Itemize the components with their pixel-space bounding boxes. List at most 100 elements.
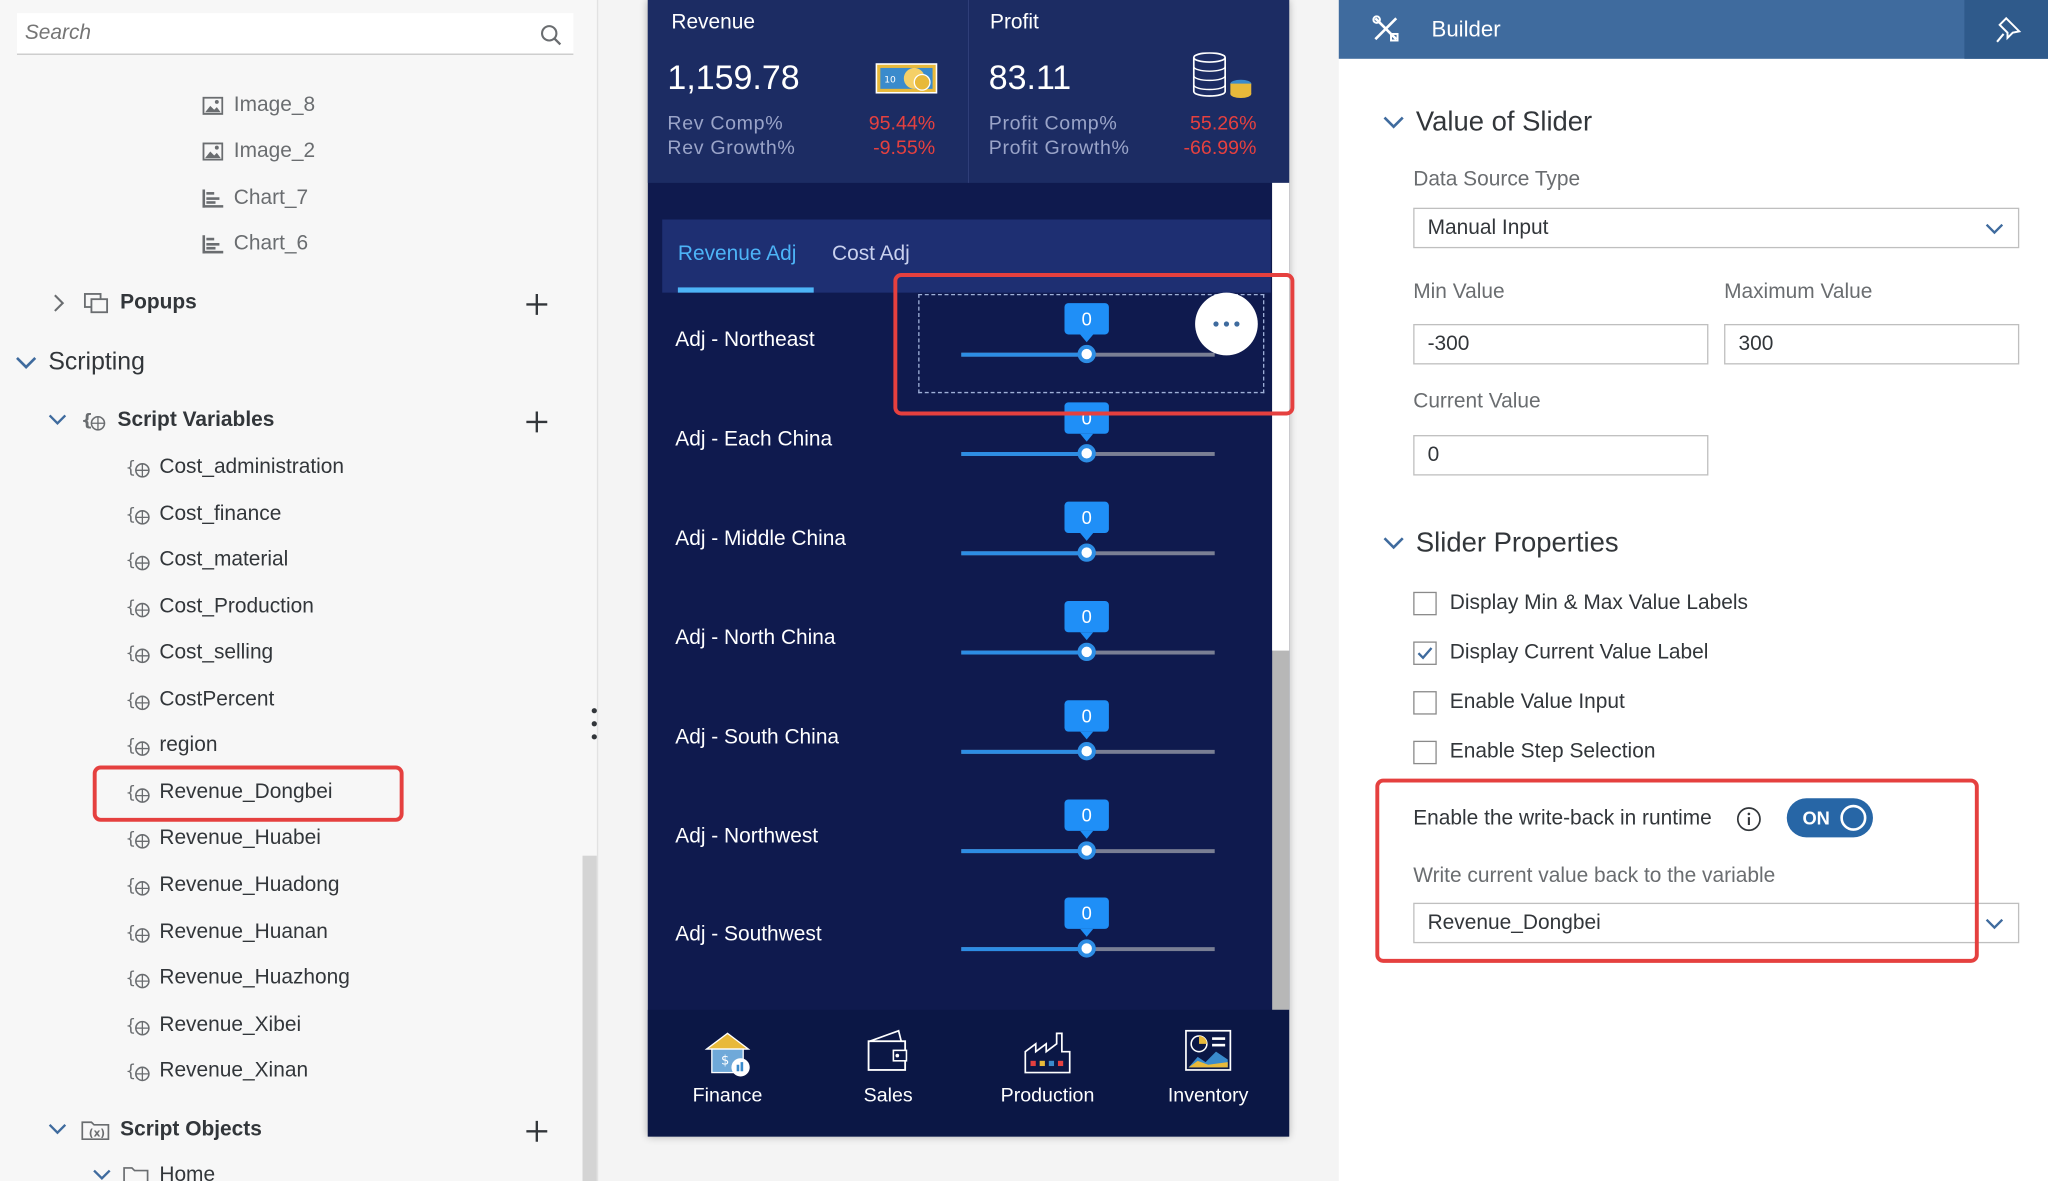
property-checkbox-row[interactable]: Enable Step Selection bbox=[1413, 740, 1655, 765]
image-icon bbox=[202, 96, 224, 115]
script-variable-icon: { bbox=[125, 969, 150, 989]
search-icon[interactable] bbox=[539, 24, 563, 48]
chevron-down-icon[interactable] bbox=[14, 354, 38, 372]
chevron-down-icon[interactable] bbox=[1382, 114, 1406, 132]
search-input[interactable] bbox=[16, 13, 574, 54]
checkbox[interactable] bbox=[1413, 740, 1437, 765]
tree-item-label: Chart_7 bbox=[233, 186, 309, 210]
adjustment-slider-row: Adj - Northwest 0 bbox=[662, 788, 1271, 887]
add-script-object-plus-icon[interactable] bbox=[524, 1118, 550, 1144]
script-variable-item[interactable]: {Cost_administration bbox=[125, 447, 344, 489]
script-variable-item[interactable]: {Cost_Production bbox=[125, 586, 313, 628]
script-variable-icon: { bbox=[125, 504, 150, 524]
script-variable-item[interactable]: {Revenue_Huadong bbox=[125, 865, 339, 907]
script-variable-item[interactable]: {Cost_material bbox=[125, 540, 288, 582]
chevron-down-icon[interactable] bbox=[1382, 534, 1406, 552]
tree-item-chart-6[interactable]: Chart_6 bbox=[202, 223, 308, 265]
slider-value-label: 0 bbox=[1064, 898, 1109, 938]
slider-handle[interactable] bbox=[1077, 642, 1096, 661]
property-checkbox-row[interactable]: Display Current Value Label bbox=[1413, 641, 1708, 665]
add-script-variable-plus-icon[interactable] bbox=[524, 409, 550, 435]
script-variable-item[interactable]: {Revenue_Huazhong bbox=[125, 958, 350, 1000]
kpi-metric-label: Profit Growth% bbox=[988, 137, 1130, 160]
tree-item-label: Chart_6 bbox=[233, 232, 309, 255]
slider-handle[interactable] bbox=[1077, 543, 1096, 562]
tools-icon bbox=[1372, 15, 1399, 42]
tree-section-label: Scripting bbox=[48, 348, 145, 377]
tree-item-script-objects[interactable]: (x) Script Objects bbox=[47, 1109, 262, 1151]
min-value-input[interactable]: -300 bbox=[1413, 323, 1709, 365]
script-variable-item[interactable]: {Cost_finance bbox=[125, 493, 281, 535]
script-variable-item[interactable]: {Revenue_Huabei bbox=[125, 818, 320, 860]
property-checkbox-row[interactable]: Display Min & Max Value Labels bbox=[1413, 591, 1748, 616]
svg-text:{: { bbox=[125, 1062, 136, 1082]
tree-item-script-variables[interactable]: { Script Variables bbox=[47, 400, 274, 442]
checkbox[interactable] bbox=[1413, 691, 1437, 715]
script-variable-label: Revenue_Xibei bbox=[159, 1013, 302, 1036]
slider-handle[interactable] bbox=[1077, 939, 1096, 959]
pin-panel-button[interactable] bbox=[1964, 0, 2048, 59]
chevron-down-icon[interactable] bbox=[1984, 916, 2005, 932]
chevron-down-icon[interactable] bbox=[47, 412, 68, 430]
tree-item-label: Home bbox=[159, 1164, 216, 1181]
search-box[interactable] bbox=[16, 13, 574, 55]
svg-text:10: 10 bbox=[884, 75, 896, 85]
nav-inventory[interactable]: Inventory bbox=[1128, 1010, 1287, 1137]
max-value-input[interactable]: 300 bbox=[1724, 323, 2020, 365]
preview-scrollbar-thumb[interactable] bbox=[1272, 182, 1290, 651]
data-source-type-label: Data Source Type bbox=[1413, 168, 1581, 191]
chart-icon bbox=[202, 189, 224, 208]
slider-label: Adj - Southwest bbox=[675, 924, 822, 947]
script-variable-item[interactable]: {Cost_selling bbox=[125, 633, 273, 675]
checkbox[interactable] bbox=[1413, 591, 1437, 616]
slider-handle[interactable] bbox=[1077, 840, 1096, 859]
script-variable-label: Cost_administration bbox=[159, 455, 345, 479]
script-variable-item[interactable]: {Revenue_Xibei bbox=[125, 1004, 301, 1046]
slider-handle[interactable] bbox=[1077, 741, 1096, 760]
data-source-type-select[interactable]: Manual Input bbox=[1413, 207, 2020, 249]
chevron-down-icon[interactable] bbox=[1984, 221, 2005, 237]
chevron-down-icon[interactable] bbox=[47, 1121, 68, 1139]
nav-production[interactable]: Production bbox=[968, 1010, 1127, 1137]
kpi-profit-tile[interactable]: Profit 83.11 Profit Comp% 55.26% Profit … bbox=[969, 0, 1290, 183]
builder-title: Builder bbox=[1431, 16, 1501, 42]
nav-finance[interactable]: $ Finance bbox=[648, 1010, 807, 1137]
add-popup-plus-icon[interactable] bbox=[524, 291, 550, 317]
tree-item-home[interactable]: Home bbox=[91, 1155, 215, 1181]
chevron-down-icon[interactable] bbox=[91, 1167, 112, 1181]
chevron-right-icon[interactable] bbox=[50, 293, 68, 314]
outline-scrollbar[interactable] bbox=[582, 855, 597, 1181]
slider-handle[interactable] bbox=[1077, 444, 1096, 463]
tree-section-scripting[interactable]: Scripting bbox=[14, 342, 145, 384]
section-slider-properties[interactable]: Slider Properties bbox=[1382, 528, 1619, 559]
highlight-selected-variable bbox=[92, 765, 404, 822]
tree-item-label: Script Variables bbox=[117, 408, 275, 432]
kpi-revenue-tile[interactable]: Revenue 1,159.78 Rev Comp% 95.44% Rev Gr… bbox=[647, 0, 968, 183]
script-variable-label: Revenue_Xinan bbox=[159, 1059, 309, 1082]
kpi-metric-value: -66.99% bbox=[1183, 137, 1257, 160]
kpi-metric-label: Rev Comp% bbox=[667, 112, 784, 135]
property-checkbox-row[interactable]: Enable Value Input bbox=[1413, 691, 1625, 715]
script-variable-item[interactable]: {region bbox=[125, 725, 217, 767]
slider-label: Adj - Northwest bbox=[675, 825, 819, 848]
script-variable-icon: { bbox=[125, 690, 150, 710]
script-variable-item[interactable]: { CostPercent bbox=[125, 679, 274, 721]
tree-item-image-8[interactable]: Image_8 bbox=[202, 85, 315, 127]
script-variable-label: CostPercent bbox=[159, 688, 275, 711]
kpi-metric-value: 95.44% bbox=[868, 112, 936, 135]
panel-resize-handle-icon[interactable] bbox=[590, 707, 598, 741]
nav-label: Inventory bbox=[1167, 1084, 1249, 1107]
tree-item-chart-7[interactable]: Chart_7 bbox=[202, 178, 308, 220]
tab-revenue-adj[interactable]: Revenue Adj bbox=[678, 243, 797, 267]
tree-item-image-2[interactable]: Image_2 bbox=[202, 131, 315, 173]
script-variable-item[interactable]: { Revenue_Xinan bbox=[125, 1051, 308, 1093]
highlight-selected-slider bbox=[893, 273, 1295, 416]
svg-text:{: { bbox=[125, 597, 136, 617]
nav-sales[interactable]: Sales bbox=[808, 1010, 967, 1137]
tab-cost-adj[interactable]: Cost Adj bbox=[832, 243, 910, 267]
tree-item-popups[interactable]: Popups bbox=[50, 282, 197, 324]
section-value-of-slider[interactable]: Value of Slider bbox=[1382, 107, 1592, 138]
checkbox-checked[interactable] bbox=[1413, 641, 1437, 665]
script-variable-item[interactable]: {Revenue_Huanan bbox=[125, 911, 327, 953]
current-value-input[interactable]: 0 bbox=[1413, 435, 1709, 476]
